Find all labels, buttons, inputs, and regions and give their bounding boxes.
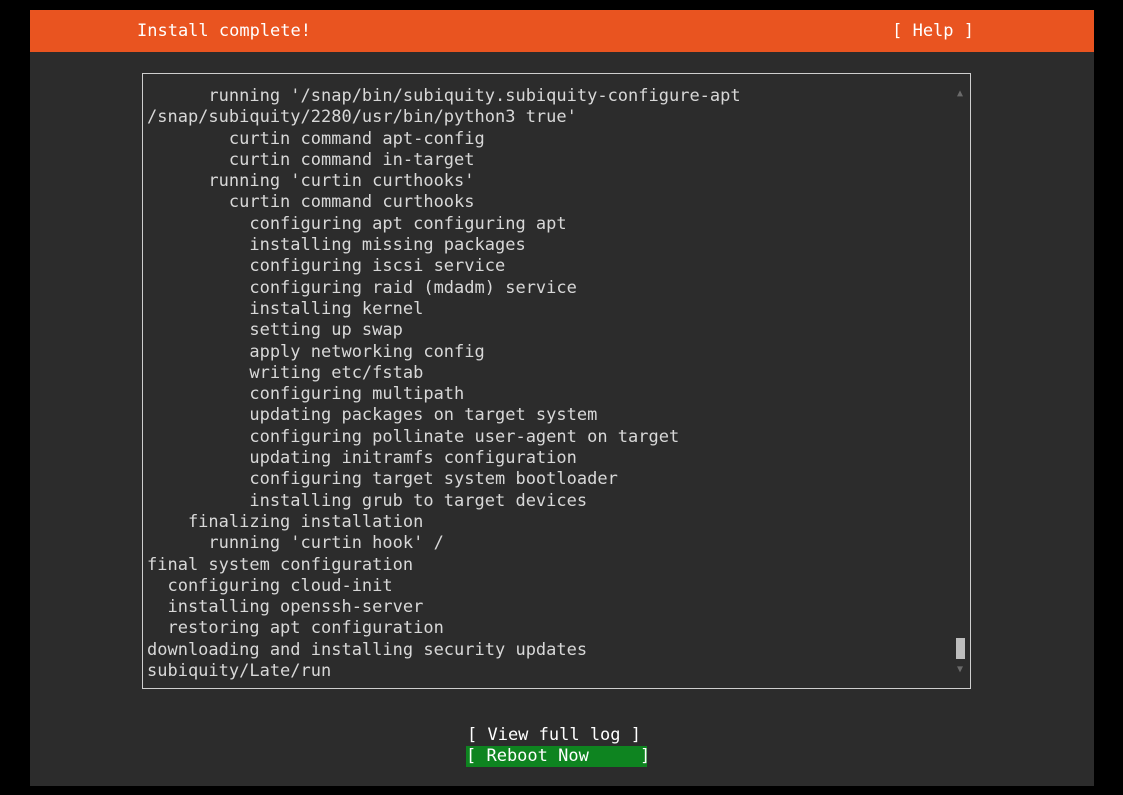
log-line: installing openssh-server	[147, 597, 424, 618]
log-line: installing kernel	[147, 298, 424, 319]
installer-screen: Install complete! [ Help ] running '/sna…	[30, 10, 1094, 786]
log-line: configuring target system bootloader	[147, 469, 618, 490]
header-bar: Install complete! [ Help ]	[30, 10, 1094, 52]
install-log-lines: running '/snap/bin/subiquity.subiquity-c…	[147, 86, 741, 682]
log-line: apply networking config	[147, 341, 485, 362]
log-line: configuring cloud-init	[147, 575, 393, 596]
log-line: /snap/subiquity/2280/usr/bin/python3 tru…	[147, 107, 577, 128]
log-line: downloading and installing security upda…	[147, 639, 588, 660]
log-line: setting up swap	[147, 320, 403, 341]
log-line: writing etc/fstab	[147, 362, 424, 383]
page-title: Install complete!	[137, 21, 311, 41]
log-line: updating initramfs configuration	[147, 448, 577, 469]
log-line: final system configuration	[147, 554, 414, 575]
log-line: subiquity/Late/run	[147, 661, 332, 682]
log-line: running 'curtin curthooks'	[147, 171, 475, 192]
log-line: running 'curtin hook' /	[147, 533, 444, 554]
reboot-now-button[interactable]: [ Reboot Now ]	[466, 746, 650, 767]
scroll-down-icon[interactable]: ▼	[954, 664, 966, 676]
log-line: configuring apt configuring apt	[147, 213, 567, 234]
scroll-thumb[interactable]	[956, 638, 965, 659]
log-line: restoring apt configuration	[147, 618, 444, 639]
scroll-up-icon[interactable]: ▲	[954, 88, 966, 100]
log-line: curtin command in-target	[147, 149, 475, 170]
log-line: running '/snap/bin/subiquity.subiquity-c…	[147, 86, 741, 106]
log-line: updating packages on target system	[147, 405, 598, 426]
log-line: configuring iscsi service	[147, 256, 506, 277]
log-line: configuring raid (mdadm) service	[147, 277, 577, 298]
log-line: installing missing packages	[147, 235, 526, 256]
log-line: finalizing installation	[147, 511, 424, 532]
install-log-panel[interactable]: running '/snap/bin/subiquity.subiquity-c…	[142, 73, 971, 689]
log-line: curtin command curthooks	[147, 192, 475, 213]
log-line: installing grub to target devices	[147, 490, 588, 511]
help-button[interactable]: [ Help ]	[892, 10, 974, 52]
view-full-log-button[interactable]: [ View full log ]	[467, 725, 647, 746]
log-line: configuring pollinate user-agent on targ…	[147, 426, 680, 447]
log-line: configuring multipath	[147, 384, 465, 405]
log-scrollbar[interactable]: ▲ ▼	[954, 86, 966, 676]
log-line: curtin command apt-config	[147, 128, 485, 149]
